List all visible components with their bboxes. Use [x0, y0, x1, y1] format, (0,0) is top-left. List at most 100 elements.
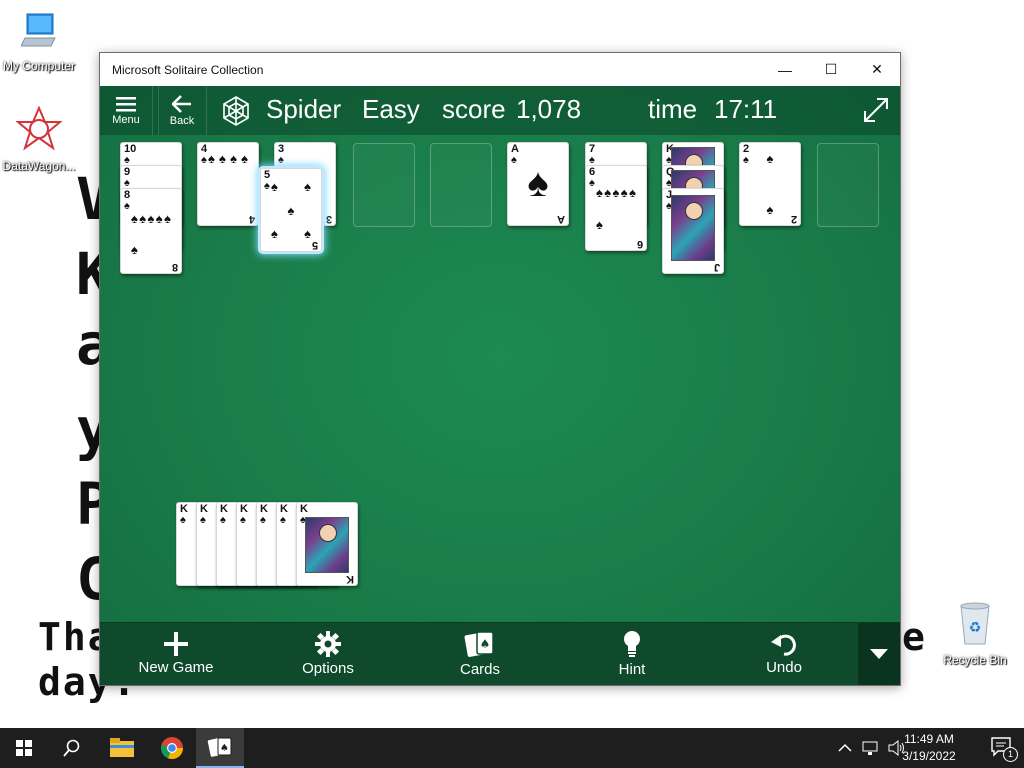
computer-icon: [20, 13, 56, 47]
spider-web-icon: [223, 96, 249, 126]
time-value: 17:11: [714, 94, 778, 124]
desktop-icon-recycle-bin[interactable]: ♻ Recycle Bin: [936, 600, 1014, 667]
new-game-button[interactable]: New Game: [100, 623, 252, 685]
desktop-icon-my-computer[interactable]: My Computer: [0, 10, 78, 73]
desktop-icon-label: My Computer: [2, 59, 76, 73]
card-rank: K ♠: [240, 503, 248, 526]
card-face-art: [671, 195, 715, 261]
card-pips: ♠ ♠ ♠ ♠ ♠ ♠: [131, 211, 171, 257]
card-pips: ♠♠: [766, 151, 774, 217]
back-label: Back: [169, 114, 195, 127]
card-rank-bottom: K: [346, 573, 354, 585]
svg-text:♻: ♻: [969, 620, 982, 636]
card-rank: 2 ♠: [743, 143, 750, 166]
search-button[interactable]: [48, 728, 96, 768]
window-titlebar[interactable]: Microsoft Solitaire Collection — ☐ ✕: [100, 53, 900, 86]
card-rank: 5 ♠: [264, 169, 271, 192]
card-6-spades[interactable]: 6 ♠ ♠ ♠ ♠ ♠ ♠ ♠ 6: [585, 165, 647, 251]
difficulty-label: Easy: [362, 94, 420, 124]
menu-label: Menu: [112, 113, 140, 126]
score-value: 1,078: [516, 94, 582, 124]
card-rank: 6 ♠: [589, 166, 596, 189]
chevron-up-icon[interactable]: [838, 743, 852, 753]
folder-icon: [110, 738, 134, 757]
more-options-button[interactable]: [858, 623, 900, 685]
desktop-text-right: e: [902, 615, 925, 659]
hamburger-icon: [116, 96, 136, 111]
solitaire-window: Microsoft Solitaire Collection — ☐ ✕ Men…: [99, 52, 901, 686]
taskbar-chrome[interactable]: [148, 728, 196, 768]
back-button[interactable]: Back: [158, 86, 206, 135]
cards-label: Cards: [459, 661, 500, 678]
window-title: Microsoft Solitaire Collection: [112, 62, 264, 77]
desktop-icon-datawagon[interactable]: DataWagon...: [0, 105, 78, 173]
new-game-label: New Game: [138, 659, 214, 676]
maximize-button[interactable]: ☐: [808, 53, 854, 86]
undo-label: Undo: [766, 659, 802, 676]
ace-spade-pip: ♠: [527, 161, 549, 205]
card-rank-bottom: 5: [311, 239, 318, 251]
close-button[interactable]: ✕: [854, 53, 900, 86]
time-label: time: [648, 94, 698, 124]
card-5-spades-selected[interactable]: 5 ♠ ♠ ♠ ♠ ♠ ♠ 5: [260, 168, 322, 252]
gear-icon: [315, 631, 341, 657]
game-bottombar: New Game Options ♠ Cards Hint Undo: [100, 622, 900, 685]
cards-button[interactable]: ♠ Cards: [404, 623, 556, 685]
card-rank-bottom: 2: [790, 213, 797, 225]
empty-column-slot[interactable]: [430, 143, 492, 227]
card-rank-bottom: 8: [171, 261, 178, 273]
card-jack-spades[interactable]: J ♠ J: [662, 188, 724, 274]
game-name: Spider: [266, 94, 342, 124]
svg-text:♠: ♠: [220, 743, 229, 754]
card-8-spades[interactable]: 8 ♠ ♠ ♠ ♠ ♠ ♠ ♠ 8: [120, 188, 182, 274]
chrome-icon: [161, 737, 184, 760]
card-pips: ♠ ♠ ♠ ♠ ♠: [271, 179, 311, 241]
card-4-spades[interactable]: 4 ♠ ♠ ♠ ♠ ♠ 4: [197, 142, 259, 226]
card-rank: K ♠: [200, 503, 208, 526]
face-head: [319, 524, 337, 542]
notification-center-button[interactable]: 1: [990, 736, 1018, 762]
window-controls: — ☐ ✕: [762, 53, 900, 86]
menu-button[interactable]: Menu: [102, 86, 150, 135]
clock-date: 3/19/2022: [902, 749, 956, 763]
card-rank-bottom: J: [713, 261, 720, 273]
network-icon[interactable]: [862, 740, 880, 756]
start-button[interactable]: [0, 728, 48, 768]
game-topbar: Menu Back Spider Easy score 1,078 time 1…: [100, 86, 900, 135]
back-arrow-icon: [172, 94, 191, 113]
clock-time: 11:49 AM: [904, 732, 954, 746]
undo-button[interactable]: Undo: [708, 623, 860, 685]
divider: [152, 86, 153, 135]
card-2-spades[interactable]: 2 ♠ ♠ ♠ 2: [739, 142, 801, 226]
datawagon-icon: [15, 105, 63, 151]
recycle-bin-icon: ♻: [960, 602, 990, 645]
card-rank: K ♠: [220, 503, 228, 526]
fullscreen-icon[interactable]: [862, 96, 890, 124]
card-ace-spades[interactable]: A ♠ ♠ A: [507, 142, 569, 226]
completed-king-card: K ♠ K: [296, 502, 358, 586]
card-rank: K ♠: [180, 503, 188, 526]
taskbar-file-explorer[interactable]: [98, 728, 146, 768]
empty-column-slot[interactable]: [353, 143, 415, 227]
search-icon: [63, 739, 80, 757]
game-area: Menu Back Spider Easy score 1,078 time 1…: [100, 86, 900, 685]
undo-icon: [771, 634, 796, 656]
card-rank-bottom: 3: [325, 213, 332, 225]
card-rank: K ♠: [260, 503, 268, 526]
card-pips: ♠♠♠♠: [208, 151, 248, 166]
svg-text:♠: ♠: [480, 637, 491, 651]
options-label: Options: [302, 660, 354, 677]
taskbar-solitaire[interactable]: ♠: [196, 728, 244, 768]
empty-column-slot[interactable]: [817, 143, 879, 227]
minimize-button[interactable]: —: [762, 53, 808, 86]
hint-button[interactable]: Hint: [556, 623, 708, 685]
options-button[interactable]: Options: [252, 623, 404, 685]
card-rank: 3 ♠: [278, 143, 285, 166]
card-rank-bottom: 4: [248, 213, 255, 225]
card-rank: 8 ♠: [124, 189, 131, 212]
hint-label: Hint: [618, 661, 646, 678]
card-rank: 7 ♠: [589, 143, 596, 166]
card-rank: 4 ♠: [201, 143, 208, 166]
divider: [206, 86, 207, 135]
taskbar-clock[interactable]: 11:49 AM 3/19/2022: [894, 731, 964, 765]
